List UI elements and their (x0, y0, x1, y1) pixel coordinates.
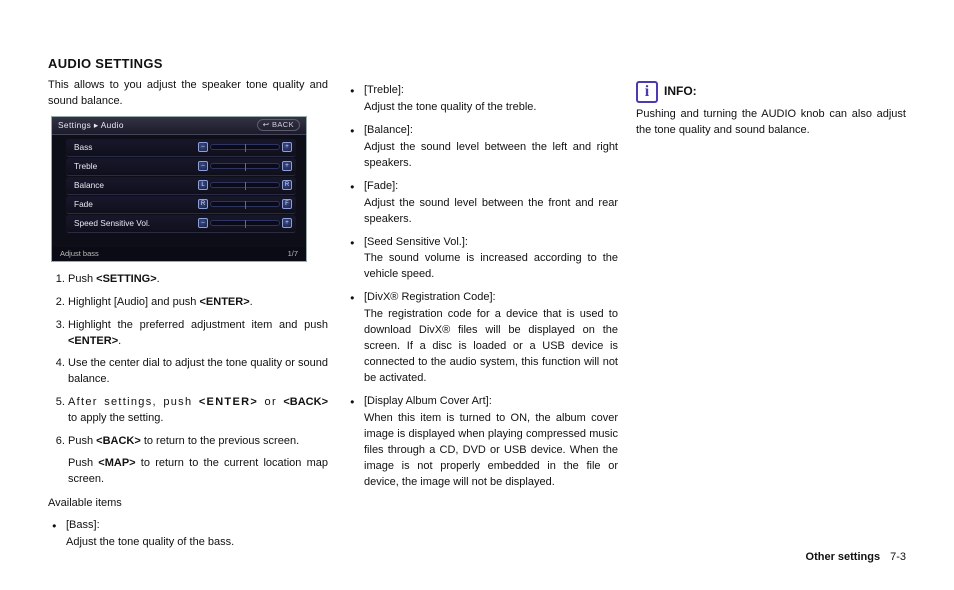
info-label: INFO: (664, 83, 697, 100)
item-label: [Seed Sensitive Vol.]: (364, 235, 618, 251)
section-heading: AUDIO SETTINGS (48, 55, 328, 74)
screenshot-row: Fade R F (66, 196, 296, 214)
back-pill: ↩ BACK (257, 119, 300, 131)
item-label: [Fade]: (364, 179, 618, 195)
screenshot-row: Treble – + (66, 158, 296, 176)
list-item: [Bass]: Adjust the tone quality of the b… (48, 518, 328, 551)
list-item: [Seed Sensitive Vol.]: The sound volume … (346, 235, 618, 284)
item-desc: Adjust the tone quality of the bass. (66, 535, 328, 551)
step-item: Push <BACK> to return to the previous sc… (68, 434, 328, 488)
step-item: Push <SETTING>. (68, 272, 328, 288)
intro-text: This allows to you adjust the speaker to… (48, 78, 328, 110)
breadcrumb: Settings ▸ Audio (58, 116, 124, 134)
item-label: [Balance]: (364, 123, 618, 139)
available-items-col1: [Bass]: Adjust the tone quality of the b… (48, 518, 328, 551)
list-item: [DivX® Registration Code]: The registrat… (346, 290, 618, 387)
screenshot-row: Balance L R (66, 177, 296, 195)
info-text: Pushing and turning the AUDIO knob can a… (636, 107, 906, 139)
footer-page: 7-3 (890, 551, 906, 563)
list-item: [Treble]: Adjust the tone quality of the… (346, 83, 618, 116)
item-desc: The sound volume is increased according … (364, 251, 618, 283)
screenshot-page: 1/7 (288, 247, 298, 261)
settings-screenshot: Settings ▸ Audio ↩ BACK Bass – + Treble … (51, 116, 307, 262)
step-item: Highlight the preferred adjustment item … (68, 318, 328, 350)
list-item: [Fade]: Adjust the sound level between t… (346, 179, 618, 228)
screenshot-row: Speed Sensitive Vol. – + (66, 215, 296, 233)
item-desc: The registration code for a device that … (364, 307, 618, 387)
step-item: After settings, push <ENTER> or <BACK> t… (68, 395, 328, 427)
screenshot-status: Adjust bass (60, 247, 99, 261)
info-icon: i (636, 81, 658, 103)
available-items-col2: [Treble]: Adjust the tone quality of the… (346, 83, 618, 491)
item-label: [Bass]: (66, 518, 328, 534)
item-label: [Treble]: (364, 83, 618, 99)
item-label: [Display Album Cover Art]: (364, 394, 618, 410)
screenshot-row: Bass – + (66, 139, 296, 157)
step-item: Highlight [Audio] and push <ENTER>. (68, 295, 328, 311)
footer-section: Other settings (806, 551, 881, 563)
available-items-label: Available items (48, 496, 328, 512)
item-desc: Adjust the sound level between the left … (364, 140, 618, 172)
item-desc: Adjust the sound level between the front… (364, 196, 618, 228)
step-item: Use the center dial to adjust the tone q… (68, 356, 328, 388)
item-desc: When this item is turned to ON, the albu… (364, 411, 618, 491)
item-desc: Adjust the tone quality of the treble. (364, 100, 618, 116)
steps-list: Push <SETTING>. Highlight [Audio] and pus… (48, 272, 328, 488)
list-item: [Balance]: Adjust the sound level betwee… (346, 123, 618, 172)
page-footer: Other settings 7-3 (806, 550, 906, 566)
item-label: [DivX® Registration Code]: (364, 290, 618, 306)
list-item: [Display Album Cover Art]: When this ite… (346, 394, 618, 491)
